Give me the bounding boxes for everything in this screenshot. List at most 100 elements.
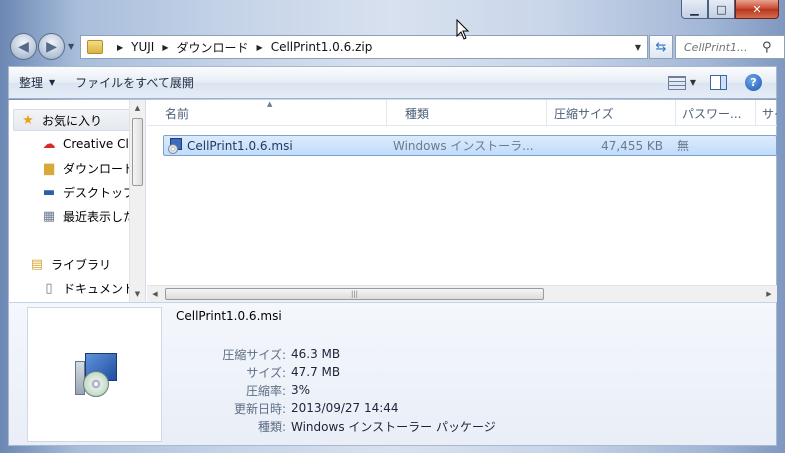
breadcrumb-zip[interactable]: CellPrint1.0.6.zip bbox=[271, 40, 373, 54]
breadcrumb-downloads[interactable]: ダウンロード bbox=[177, 39, 249, 56]
nav-item-recent-places[interactable]: ▦ 最近表示した bbox=[35, 205, 135, 227]
nav-item-libraries[interactable]: ▤ ライブラリ bbox=[23, 253, 111, 275]
navigation-bar: ◀ ▶ ▼ ▶ YUJI ▶ ダウンロード ▶ CellPrint1.0.6.z… bbox=[8, 30, 785, 62]
property-value: 3% bbox=[291, 383, 311, 397]
column-header-compressed-size[interactable]: 圧縮サイズ bbox=[547, 100, 676, 126]
column-header-label: 名前 bbox=[165, 106, 190, 121]
back-button[interactable]: ◀ bbox=[10, 33, 37, 60]
file-name: CellPrint1.0.6.msi bbox=[187, 138, 293, 153]
column-header-password[interactable]: パスワー... bbox=[676, 100, 756, 126]
nav-item-label: お気に入り bbox=[42, 113, 103, 128]
property-key: 種類: bbox=[257, 419, 286, 434]
property-key: 更新日時: bbox=[233, 401, 286, 416]
details-pane: CellPrint1.0.6.msi 圧縮サイズ: 46.3 MB サイズ: 4… bbox=[8, 302, 777, 446]
nav-item-label: ドキュメント bbox=[63, 281, 136, 296]
minimize-button[interactable]: ▁ bbox=[681, 0, 708, 19]
chevron-right-icon[interactable]: ▶ bbox=[162, 43, 168, 52]
column-header-label: 圧縮サイズ bbox=[554, 106, 614, 121]
chevron-right-icon[interactable]: ▶ bbox=[257, 43, 263, 52]
forward-button[interactable]: ▶ bbox=[38, 33, 65, 60]
horizontal-scrollbar[interactable]: ◀ ||| ▶ bbox=[147, 285, 777, 302]
nav-item-favorites[interactable]: ★ お気に入り bbox=[13, 109, 133, 131]
help-icon[interactable]: ? bbox=[745, 74, 762, 91]
library-icon: ▤ bbox=[30, 256, 44, 272]
msi-installer-icon bbox=[71, 351, 119, 399]
file-thumbnail bbox=[27, 307, 162, 442]
organize-button[interactable]: 整理 ▼ bbox=[9, 67, 65, 98]
scroll-down-icon[interactable]: ▼ bbox=[130, 286, 145, 302]
creative-cloud-icon: ☁ bbox=[42, 136, 56, 152]
view-dropdown-icon[interactable]: ▼ bbox=[690, 78, 696, 87]
nav-item-desktop[interactable]: ▬ デスクトップ bbox=[35, 181, 135, 203]
details-filename: CellPrint1.0.6.msi bbox=[176, 309, 282, 323]
nav-item-downloads[interactable]: ▆ ダウンロード bbox=[35, 157, 135, 179]
navigation-pane: ★ お気に入り ☁ Creative Clo ▆ ダウンロード ▬ デスクトップ… bbox=[9, 100, 146, 302]
arrow-left-icon: ◀ bbox=[18, 38, 29, 55]
maximize-icon: □ bbox=[716, 2, 727, 16]
view-options-icon[interactable] bbox=[667, 75, 686, 90]
property-value: 47.7 MB bbox=[291, 365, 341, 379]
property-key: 圧縮率: bbox=[245, 383, 286, 398]
refresh-button[interactable]: ⇆ bbox=[649, 35, 673, 59]
table-row[interactable]: CellPrint1.0.6.msi Windows インストーラ... 47,… bbox=[163, 135, 777, 156]
column-header-name[interactable]: ▲ 名前 bbox=[147, 100, 387, 126]
address-bar[interactable]: ▶ YUJI ▶ ダウンロード ▶ CellPrint1.0.6.zip ▼ bbox=[80, 35, 648, 59]
file-password: 無 bbox=[677, 139, 690, 153]
property-row: 更新日時: 2013/09/27 14:44 bbox=[169, 399, 496, 417]
column-headers: ▲ 名前 種類 圧縮サイズ パスワー... サイ bbox=[147, 100, 777, 126]
zip-folder-icon bbox=[87, 40, 103, 54]
breadcrumb-user[interactable]: YUJI bbox=[131, 40, 154, 54]
column-header-label: 種類 bbox=[405, 106, 430, 121]
scroll-thumb[interactable] bbox=[132, 118, 143, 186]
nav-item-creative-cloud[interactable]: ☁ Creative Clo bbox=[35, 133, 137, 155]
extract-all-button[interactable]: ファイルをすべて展開 bbox=[65, 67, 204, 98]
chevron-down-icon: ▼ bbox=[49, 78, 56, 87]
scroll-thumb[interactable]: ||| bbox=[165, 288, 544, 300]
arrow-right-icon: ▶ bbox=[46, 38, 57, 55]
property-key: サイズ: bbox=[246, 365, 286, 380]
nav-item-label: Creative Clo bbox=[63, 137, 137, 151]
search-icon[interactable]: ⚲ bbox=[762, 40, 772, 55]
details-properties: 圧縮サイズ: 46.3 MB サイズ: 47.7 MB 圧縮率: 3% 更新日時… bbox=[169, 345, 496, 435]
search-box[interactable]: ⚲ bbox=[675, 35, 785, 59]
close-button[interactable]: ✕ bbox=[735, 0, 779, 19]
maximize-button[interactable]: □ bbox=[708, 0, 735, 19]
scroll-left-icon[interactable]: ◀ bbox=[147, 286, 163, 302]
explorer-window: ▁ □ ✕ ◀ ▶ ▼ ▶ YUJI ▶ ダウンロード ▶ CellPrint1… bbox=[0, 0, 785, 453]
recent-pages-dropdown[interactable]: ▼ bbox=[68, 42, 74, 51]
property-value: 46.3 MB bbox=[291, 347, 341, 361]
scroll-right-icon[interactable]: ▶ bbox=[761, 286, 777, 302]
downloads-folder-icon: ▆ bbox=[44, 160, 54, 176]
nav-item-documents[interactable]: ▯ ドキュメント bbox=[35, 277, 135, 299]
scroll-up-icon[interactable]: ▲ bbox=[130, 100, 145, 116]
nav-pane-scrollbar[interactable]: ▲ ▼ bbox=[129, 100, 145, 302]
nav-item-label: ダウンロード bbox=[63, 161, 136, 176]
nav-item-label: 最近表示した bbox=[63, 209, 136, 224]
documents-icon: ▯ bbox=[45, 280, 53, 296]
column-header-label: サイ bbox=[762, 106, 777, 121]
extract-all-label: ファイルをすべて展開 bbox=[75, 76, 194, 90]
command-bar: 整理 ▼ ファイルをすべて展開 ▼ ? bbox=[8, 66, 777, 99]
refresh-icon: ⇆ bbox=[655, 39, 667, 55]
caption-buttons: ▁ □ ✕ bbox=[681, 0, 779, 19]
property-key: 圧縮サイズ: bbox=[222, 347, 286, 362]
mouse-cursor-icon bbox=[456, 19, 470, 40]
chevron-right-icon[interactable]: ▶ bbox=[117, 43, 123, 52]
property-row: サイズ: 47.7 MB bbox=[169, 363, 496, 381]
property-row: 圧縮率: 3% bbox=[169, 381, 496, 399]
property-row: 種類: Windows インストーラー パッケージ bbox=[169, 417, 496, 435]
nav-item-label: ライブラリ bbox=[51, 257, 112, 272]
preview-pane-icon[interactable] bbox=[710, 75, 727, 90]
search-input[interactable] bbox=[684, 40, 762, 54]
sort-ascending-icon: ▲ bbox=[267, 100, 273, 108]
column-header-size[interactable]: サイ bbox=[756, 100, 777, 126]
file-type: Windows インストーラ... bbox=[393, 139, 534, 153]
recent-places-icon: ▦ bbox=[42, 208, 56, 224]
content-area: ★ お気に入り ☁ Creative Clo ▆ ダウンロード ▬ デスクトップ… bbox=[8, 100, 777, 302]
property-value: Windows インストーラー パッケージ bbox=[291, 419, 496, 434]
property-row: 圧縮サイズ: 46.3 MB bbox=[169, 345, 496, 363]
address-history-dropdown[interactable]: ▼ bbox=[629, 43, 647, 52]
nav-item-label: デスクトップ bbox=[63, 185, 136, 200]
column-header-type[interactable]: 種類 bbox=[387, 100, 547, 126]
property-value: 2013/09/27 14:44 bbox=[291, 401, 399, 415]
